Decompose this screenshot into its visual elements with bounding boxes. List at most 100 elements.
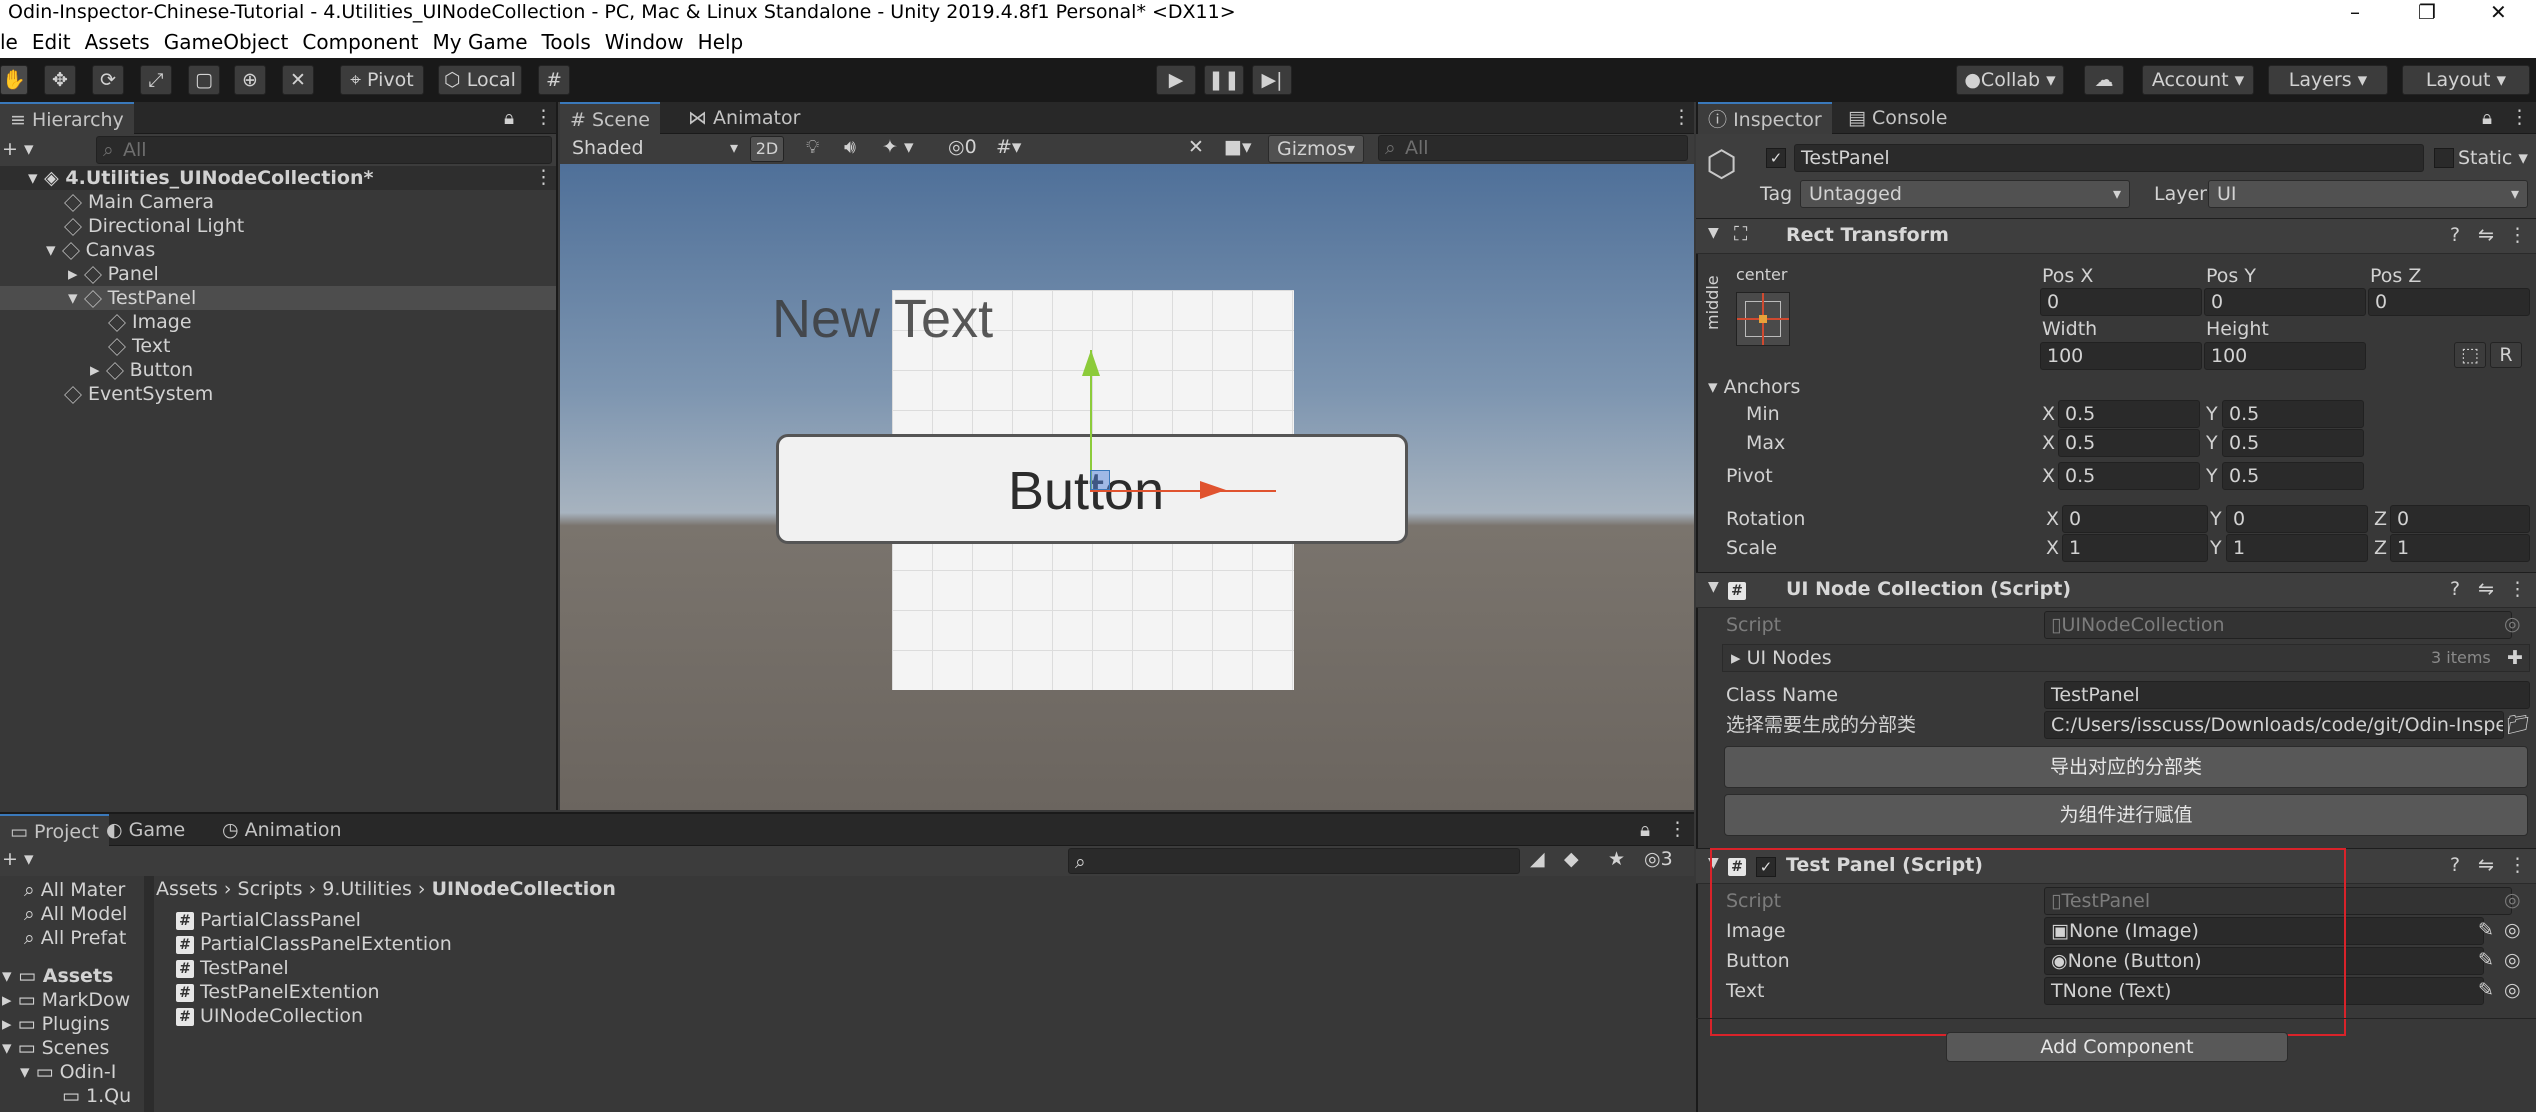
path-field[interactable]: C:/Users/isscuss/Downloads/code/git/Odin… [2044, 711, 2504, 739]
ui-nodes-list-header[interactable]: ▸ UI Nodes 3 items ✚ [1722, 644, 2530, 672]
blueprint-mode-button[interactable]: ⬚ [2454, 342, 2486, 368]
favorite-all-prefabs[interactable]: ⌕ All Prefat [24, 926, 126, 950]
project-search-input[interactable]: ⌕ [1068, 848, 1520, 874]
scene-viewport[interactable]: New Text Button [560, 164, 1694, 810]
tab-project[interactable]: ▭ Project [0, 814, 110, 846]
tab-console[interactable]: ▤ Console [1838, 102, 1957, 134]
hierarchy-item-canvas[interactable]: ▾ Canvas [46, 238, 155, 262]
tree-1-qu[interactable]: ▭ 1.Qu [62, 1084, 131, 1108]
menu-my-game[interactable]: My Game [433, 30, 528, 54]
grid-snap-button[interactable]: # [538, 65, 570, 95]
menu-file[interactable]: le [0, 30, 18, 54]
class-name-field[interactable]: TestPanel [2044, 681, 2530, 709]
hierarchy-item-panel[interactable]: ▸ Panel [68, 262, 159, 286]
hierarchy-item-text[interactable]: Text [108, 334, 170, 358]
scale-tool-button[interactable]: ⤢ [140, 65, 172, 95]
file-partialclasspanelextention[interactable]: # PartialClassPanelExtention [176, 932, 452, 956]
file-partialclasspanel[interactable]: # PartialClassPanel [176, 908, 361, 932]
inspector-lock-icon[interactable]: 🔒︎ [2482, 107, 2492, 129]
breadcrumb-uinodecollection[interactable]: UINodeCollection [432, 878, 616, 900]
object-picker-icon[interactable]: ◎ [2504, 949, 2521, 971]
hierarchy-item-main-camera[interactable]: Main Camera [64, 190, 214, 214]
tree-scenes[interactable]: ▾ ▭ Scenes [2, 1036, 109, 1060]
lighting-icon[interactable]: 💡︎ [806, 136, 819, 158]
rect-tool-button[interactable]: ▢ [188, 65, 220, 95]
object-picker-icon[interactable]: ◎ [2504, 613, 2521, 635]
component-menu-icon[interactable]: ⋮ [2508, 224, 2527, 246]
gizmo-plane-handle[interactable] [1090, 470, 1110, 490]
breadcrumb-assets[interactable]: Assets [156, 878, 218, 900]
foldout-arrow-icon[interactable]: ▼ [1708, 579, 1719, 595]
audio-icon[interactable]: 🔊︎ [844, 136, 856, 158]
account-dropdown[interactable]: Account ▾ [2142, 65, 2254, 95]
static-dropdown[interactable]: Static ▾ [2458, 145, 2528, 171]
favorite-star-icon[interactable]: ★ [1608, 848, 1625, 870]
menu-window[interactable]: Window [605, 30, 684, 54]
posy-field[interactable]: 0 [2204, 288, 2366, 316]
help-icon[interactable]: ? [2450, 854, 2460, 876]
transform-tool-button[interactable]: ⊕ [234, 65, 266, 95]
search-by-label-icon[interactable]: ◆ [1564, 848, 1579, 870]
hand-tool-button[interactable]: ✋ [0, 65, 28, 95]
preset-icon[interactable]: ⇋ [2478, 224, 2494, 246]
create-dropdown[interactable]: + ▾ [2, 138, 34, 160]
pivot-x-field[interactable]: 0.5 [2058, 462, 2200, 490]
file-testpanelextention[interactable]: # TestPanelExtention [176, 980, 380, 1004]
scene-root-item[interactable]: ▾ ◈ 4.Utilities_UINodeCollection* [28, 166, 373, 190]
collab-dropdown[interactable]: ●Collab ▾ [1956, 65, 2064, 95]
camera-icon[interactable]: ■▾ [1224, 136, 1252, 158]
export-partial-class-button[interactable]: 导出对应的分部类 [1724, 746, 2528, 788]
object-picker-icon[interactable]: ◎ [2504, 889, 2521, 911]
max-y-field[interactable]: 0.5 [2222, 429, 2364, 457]
min-y-field[interactable]: 0.5 [2222, 400, 2364, 428]
lock-icon[interactable]: 🔒︎ [504, 107, 514, 129]
component-menu-icon[interactable]: ⋮ [2508, 854, 2527, 876]
tree-odin[interactable]: ▾ ▭ Odin-I [20, 1060, 116, 1084]
menu-help[interactable]: Help [698, 30, 744, 54]
hierarchy-item-eventsystem[interactable]: EventSystem [64, 382, 213, 406]
favorite-all-materials[interactable]: ⌕ All Mater [24, 878, 125, 902]
gizmo-x-axis[interactable] [1090, 490, 1276, 492]
pivot-toggle[interactable]: ⌖ Pivot [340, 65, 424, 95]
scale-x-field[interactable]: 1 [2062, 534, 2208, 562]
hierarchy-item-button[interactable]: ▸ Button [90, 358, 193, 382]
menu-edit[interactable]: Edit [32, 30, 71, 54]
ui-nodes-foldout[interactable]: ▸ UI Nodes [1731, 645, 1832, 671]
gizmos-dropdown[interactable]: Gizmos [1268, 135, 1364, 163]
file-uinodecollection[interactable]: # UINodeCollection [176, 1004, 363, 1028]
edit-pencil-icon[interactable]: ✎ [2478, 949, 2494, 971]
rect-transform-header[interactable]: ▼ ⛶ Rect Transform ? ⇋ ⋮ [1696, 218, 2536, 254]
scale-z-field[interactable]: 1 [2390, 534, 2530, 562]
scene-search-input[interactable]: ⌕ All [1378, 135, 1688, 161]
rot-x-field[interactable]: 0 [2062, 505, 2208, 533]
max-x-field[interactable]: 0.5 [2058, 429, 2200, 457]
tree-plugins[interactable]: ▸ ▭ Plugins [2, 1012, 110, 1036]
tag-dropdown[interactable]: Untagged [1800, 180, 2130, 208]
project-kebab-icon[interactable]: ⋮ [1668, 818, 1687, 840]
min-x-field[interactable]: 0.5 [2058, 400, 2200, 428]
rotate-tool-button[interactable]: ⟳ [92, 65, 124, 95]
component-menu-icon[interactable]: ⋮ [2508, 578, 2527, 600]
tab-animation[interactable]: ◷ Animation [212, 814, 352, 846]
object-picker-icon[interactable]: ◎ [2504, 919, 2521, 941]
uinode-component-header[interactable]: ▼ # UI Node Collection (Script) ? ⇋ ⋮ [1696, 572, 2536, 608]
menu-assets[interactable]: Assets [85, 30, 150, 54]
scene-menu-icon[interactable]: ⋮ [534, 166, 553, 188]
rot-y-field[interactable]: 0 [2226, 505, 2368, 533]
preset-icon[interactable]: ⇋ [2478, 578, 2494, 600]
preset-icon[interactable]: ⇋ [2478, 854, 2494, 876]
file-testpanel[interactable]: # TestPanel [176, 956, 289, 980]
minimize-button[interactable]: – [2350, 0, 2360, 24]
hierarchy-item-directional-light[interactable]: Directional Light [64, 214, 244, 238]
scene-kebab-icon[interactable]: ⋮ [1672, 106, 1691, 128]
play-button[interactable]: ▶ [1156, 65, 1196, 95]
layout-dropdown[interactable]: Layout ▾ [2402, 65, 2530, 95]
posz-field[interactable]: 0 [2368, 288, 2530, 316]
posx-field[interactable]: 0 [2040, 288, 2202, 316]
help-icon[interactable]: ? [2450, 224, 2460, 246]
raw-edit-button[interactable]: R [2490, 342, 2522, 368]
tree-assets[interactable]: ▾ ▭ Assets [2, 964, 113, 988]
anchor-preset-button[interactable] [1736, 292, 1790, 346]
active-checkbox[interactable]: ✓ [1766, 148, 1786, 168]
grid-toggle-icon[interactable]: #▾ [996, 136, 1021, 158]
